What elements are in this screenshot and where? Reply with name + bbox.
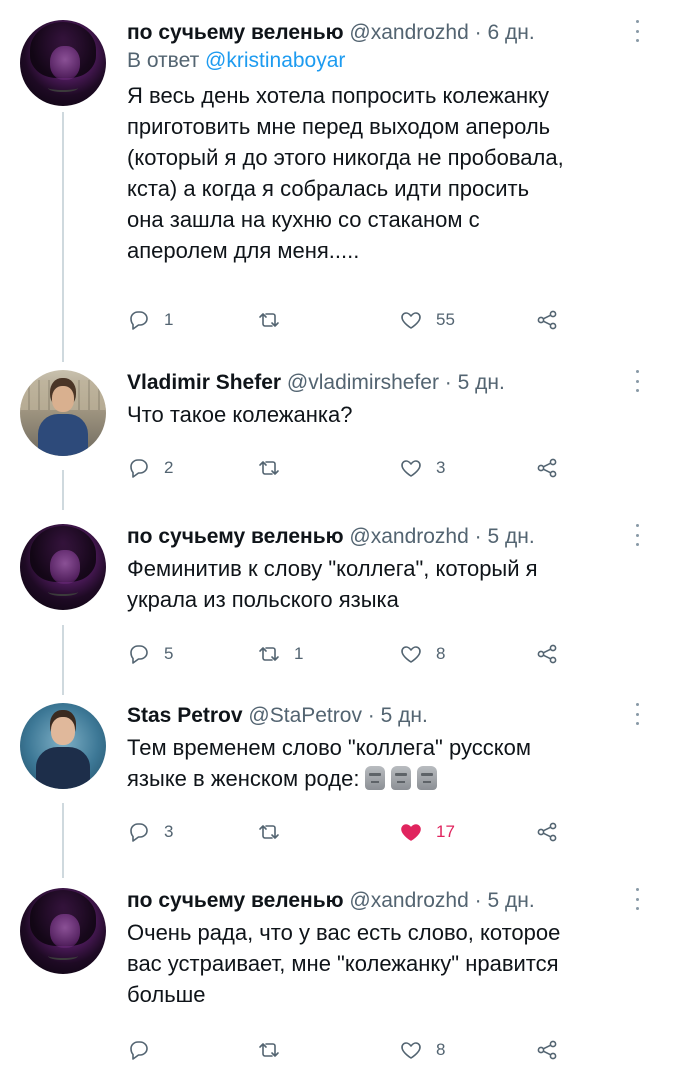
retweet-icon bbox=[259, 461, 279, 475]
reply-button[interactable]: 5 bbox=[127, 639, 173, 669]
like-button[interactable]: 17 bbox=[399, 817, 455, 847]
reply-icon bbox=[130, 823, 148, 842]
share-button[interactable] bbox=[535, 453, 559, 483]
avatar[interactable] bbox=[20, 20, 106, 106]
heart-icon bbox=[401, 460, 421, 477]
tweet-actions: 3 17 bbox=[127, 817, 597, 847]
emoji-row bbox=[365, 766, 438, 790]
share-button[interactable] bbox=[535, 639, 559, 669]
reply-count: 5 bbox=[164, 644, 174, 663]
share-icon bbox=[537, 1040, 557, 1060]
author-name[interactable]: по сучьему веленью bbox=[127, 525, 344, 548]
share-icon bbox=[537, 310, 557, 330]
avatar[interactable] bbox=[20, 888, 106, 974]
reply-icon bbox=[130, 459, 148, 478]
like-button[interactable]: 55 bbox=[399, 305, 455, 335]
moai-icon bbox=[417, 766, 438, 790]
author-name[interactable]: по сучьему веленью bbox=[127, 889, 344, 912]
retweet-count: 1 bbox=[294, 644, 304, 663]
avatar[interactable] bbox=[20, 524, 106, 610]
like-count: 55 bbox=[436, 310, 455, 329]
reply-button[interactable] bbox=[127, 1035, 164, 1065]
reply-thread: по сучьему веленью @xandrozhd · 6 дн. В … bbox=[0, 0, 673, 1080]
tweet-text: Тем временем слово "коллега" русском язы… bbox=[127, 732, 643, 794]
author-handle[interactable]: @xandrozhd bbox=[349, 21, 468, 44]
avatar[interactable] bbox=[20, 703, 106, 789]
like-count: 8 bbox=[436, 1040, 446, 1059]
thread-connector bbox=[62, 803, 64, 878]
retweet-button[interactable] bbox=[257, 817, 294, 847]
reply-count: 2 bbox=[164, 458, 174, 477]
heart-icon bbox=[401, 1042, 421, 1059]
reply-prefix: В ответ bbox=[127, 49, 200, 72]
thread-connector bbox=[62, 625, 64, 695]
share-icon bbox=[537, 458, 557, 478]
retweet-button[interactable] bbox=[257, 305, 294, 335]
more-options-icon[interactable] bbox=[633, 370, 641, 392]
tweet-text-body: Тем временем слово "коллега" русском язы… bbox=[127, 735, 531, 791]
like-count: 17 bbox=[436, 822, 455, 841]
author-handle[interactable]: @vladimirshefer bbox=[287, 371, 439, 394]
reply-mention-link[interactable]: @kristinaboyar bbox=[205, 49, 345, 72]
tweet-actions: 5 1 8 bbox=[127, 639, 597, 669]
retweet-icon bbox=[259, 1043, 279, 1057]
tweet-actions: 8 bbox=[127, 1035, 597, 1065]
reply-count: 3 bbox=[164, 822, 174, 841]
tweet-text: Очень рада, что у вас есть слово, которо… bbox=[127, 920, 561, 1007]
tweet-time[interactable]: · 6 дн. bbox=[475, 21, 535, 44]
share-button[interactable] bbox=[535, 817, 559, 847]
more-options-icon[interactable] bbox=[633, 703, 641, 725]
reply-button[interactable]: 2 bbox=[127, 453, 173, 483]
moai-icon bbox=[391, 766, 412, 790]
reply-button[interactable]: 3 bbox=[127, 817, 173, 847]
like-button[interactable]: 3 bbox=[399, 453, 445, 483]
like-button[interactable]: 8 bbox=[399, 639, 445, 669]
tweet-time[interactable]: · 5 дн. bbox=[445, 371, 505, 394]
share-icon bbox=[537, 644, 557, 664]
author-name[interactable]: по сучьему веленью bbox=[127, 21, 344, 44]
more-options-icon[interactable] bbox=[633, 20, 641, 42]
author-name[interactable]: Stas Petrov bbox=[127, 704, 243, 727]
share-icon bbox=[537, 822, 557, 842]
retweet-button[interactable] bbox=[257, 1035, 294, 1065]
author-handle[interactable]: @StaPetrov bbox=[248, 704, 362, 727]
retweet-icon bbox=[259, 313, 279, 327]
more-options-icon[interactable] bbox=[633, 888, 641, 910]
tweet-time[interactable]: · 5 дн. bbox=[368, 704, 428, 727]
reply-icon bbox=[130, 645, 148, 664]
reply-icon bbox=[130, 311, 148, 330]
share-button[interactable] bbox=[535, 1035, 559, 1065]
reply-icon bbox=[130, 1041, 148, 1060]
reply-button[interactable]: 1 bbox=[127, 305, 173, 335]
author-handle[interactable]: @xandrozhd bbox=[349, 525, 468, 548]
tweet-actions: 1 55 bbox=[127, 305, 597, 335]
retweet-icon bbox=[259, 825, 279, 839]
heart-icon bbox=[401, 312, 421, 329]
author-name[interactable]: Vladimir Shefer bbox=[127, 371, 281, 394]
thread-connector bbox=[62, 112, 64, 362]
reply-count: 1 bbox=[164, 310, 174, 329]
tweet-actions: 2 3 bbox=[127, 453, 597, 483]
author-handle[interactable]: @xandrozhd bbox=[349, 889, 468, 912]
thread-connector bbox=[62, 470, 64, 510]
tweet-text: Что такое колежанка? bbox=[127, 402, 353, 427]
moai-icon bbox=[365, 766, 386, 790]
like-button[interactable]: 8 bbox=[399, 1035, 445, 1065]
tweet-text: Я весь день хотела попросить колежанку п… bbox=[127, 83, 564, 263]
tweet-text: Феминитив к слову "коллега", который я у… bbox=[127, 556, 538, 612]
avatar[interactable] bbox=[20, 370, 106, 456]
tweet-time[interactable]: · 5 дн. bbox=[475, 889, 535, 912]
retweet-button[interactable]: 1 bbox=[257, 639, 303, 669]
share-button[interactable] bbox=[535, 305, 559, 335]
tweet-time[interactable]: · 5 дн. bbox=[475, 525, 535, 548]
reply-context: В ответ @kristinaboyar bbox=[127, 48, 643, 74]
like-count: 8 bbox=[436, 644, 446, 663]
heart-icon bbox=[401, 646, 421, 663]
more-options-icon[interactable] bbox=[633, 524, 641, 546]
retweet-icon bbox=[259, 647, 279, 661]
heart-filled-icon bbox=[401, 824, 421, 841]
like-count: 3 bbox=[436, 458, 446, 477]
retweet-button[interactable] bbox=[257, 453, 294, 483]
